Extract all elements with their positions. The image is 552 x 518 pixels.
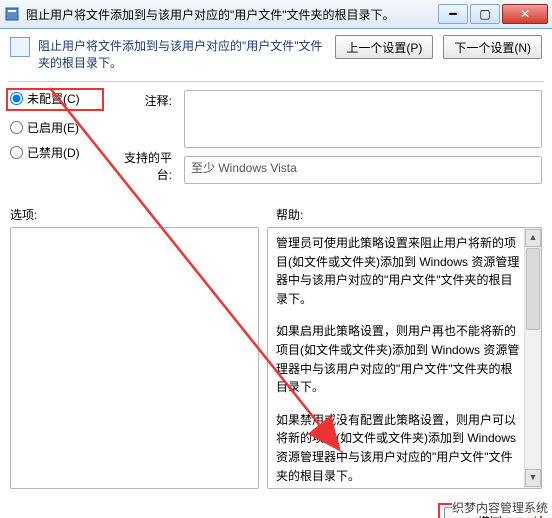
- radio-disabled-input[interactable]: [10, 146, 23, 159]
- comment-label: 注释:: [112, 92, 172, 109]
- scroll-down-button[interactable]: ▼: [525, 469, 541, 487]
- supported-platform-field: 至少 Windows Vista: [184, 156, 542, 184]
- radio-enabled[interactable]: 已启用(E): [10, 119, 100, 136]
- radio-disabled[interactable]: 已禁用(D): [10, 144, 100, 161]
- policy-title: 阻止用户将文件添加到与该用户对应的"用户文件"文件夹的根目录下。: [38, 35, 327, 71]
- help-label: 帮助:: [276, 206, 542, 223]
- window-controls: ━ ▢ ✕: [438, 4, 548, 24]
- previous-setting-button[interactable]: 上一个设置(P): [335, 35, 433, 59]
- scroll-track[interactable]: [526, 248, 540, 468]
- supported-platform-value: 至少 Windows Vista: [191, 161, 297, 175]
- help-scrollbar[interactable]: ▲ ▼: [524, 228, 541, 488]
- radio-enabled-input[interactable]: [10, 121, 23, 134]
- minimize-button[interactable]: ━: [438, 4, 468, 24]
- window-title: 阻止用户将文件添加到与该用户对应的"用户文件"文件夹的根目录下。: [26, 6, 438, 23]
- policy-icon: [10, 37, 30, 57]
- scroll-thumb[interactable]: [526, 248, 540, 330]
- next-setting-button[interactable]: 下一个设置(N): [443, 35, 542, 59]
- radio-enabled-label: 已启用(E): [27, 119, 79, 136]
- options-pane: [10, 227, 259, 489]
- window-titlebar: 阻止用户将文件添加到与该用户对应的"用户文件"文件夹的根目录下。 ━ ▢ ✕: [0, 0, 552, 29]
- supported-platform-label: 支持的平台:: [112, 149, 172, 183]
- help-paragraph: 管理员可使用此策略设置来阻止用户将新的项目(如文件或文件夹)添加到 Window…: [276, 234, 523, 308]
- close-button[interactable]: ✕: [502, 4, 548, 24]
- radio-not-configured-label: 未配置(C): [27, 90, 80, 107]
- options-label: 选项:: [10, 206, 276, 223]
- radio-not-configured[interactable]: 未配置(C): [10, 90, 100, 107]
- comment-textarea[interactable]: [184, 90, 542, 148]
- radio-not-configured-input[interactable]: [10, 92, 23, 105]
- radio-disabled-label: 已禁用(D): [27, 144, 80, 161]
- help-pane: 管理员可使用此策略设置来阻止用户将新的项目(如文件或文件夹)添加到 Window…: [267, 227, 542, 489]
- maximize-button[interactable]: ▢: [470, 4, 500, 24]
- scroll-up-button[interactable]: ▲: [525, 229, 541, 247]
- help-paragraph: 如果禁用或没有配置此策略设置，则用户可以将新的项目(如文件或文件夹)添加到 Wi…: [276, 411, 523, 485]
- help-paragraph: 如果启用此策略设置，则用户再也不能将新的项目(如文件或文件夹)添加到 Windo…: [276, 322, 523, 396]
- app-icon: [4, 6, 20, 22]
- watermark-text: 织梦内容管理系统: [452, 499, 548, 516]
